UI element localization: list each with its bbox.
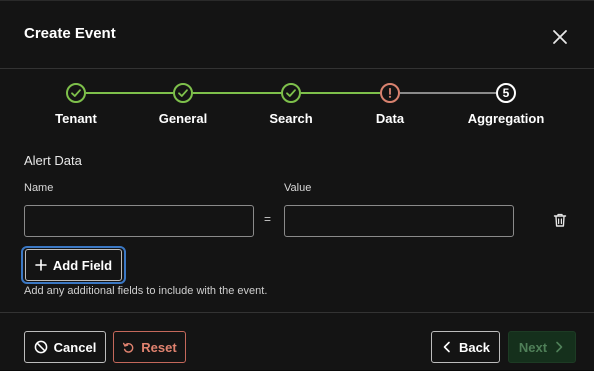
step-label-search: Search (269, 111, 313, 126)
value-label: Value (284, 182, 312, 194)
step-connector (301, 92, 380, 94)
step-label-tenant: Tenant (55, 111, 97, 126)
dialog-title: Create Event (24, 25, 116, 42)
step-connector (193, 92, 281, 94)
next-button[interactable]: Next (508, 331, 576, 363)
trash-icon[interactable] (552, 212, 568, 228)
check-icon (178, 89, 188, 97)
create-event-dialog: Create Event 5 Tenant General Search Dat… (0, 0, 594, 370)
exclamation-icon (388, 87, 392, 98)
section-title: Alert Data (24, 153, 82, 168)
cancel-label: Cancel (53, 339, 97, 355)
step-label-aggregation: Aggregation (467, 111, 545, 126)
step-connector (86, 92, 173, 94)
dialog-footer: Cancel Reset Back Next (0, 312, 594, 371)
dialog-header: Create Event (0, 1, 594, 69)
step-connector (400, 92, 496, 94)
check-icon (71, 89, 81, 97)
chevron-right-icon (556, 341, 563, 353)
value-input[interactable] (284, 205, 514, 237)
chevron-left-icon (443, 341, 450, 353)
add-field-button[interactable]: Add Field (25, 249, 122, 281)
name-label: Name (24, 182, 54, 194)
close-icon[interactable] (549, 26, 571, 48)
add-field-label: Add Field (52, 257, 113, 273)
reset-icon (123, 342, 134, 353)
progress-stepper: 5 Tenant General Search Data Aggregation (0, 81, 594, 131)
cancel-circle-icon (34, 340, 48, 354)
helper-text: Add any additional fields to include wit… (24, 285, 268, 297)
back-button[interactable]: Back (431, 331, 500, 363)
step-number: 5 (502, 86, 510, 100)
cancel-button[interactable]: Cancel (24, 331, 106, 363)
step-tenant-status (66, 83, 86, 103)
equals-separator: = (264, 212, 272, 226)
step-aggregation-status: 5 (496, 83, 516, 103)
step-label-general: General (158, 111, 208, 126)
step-data-status (380, 83, 400, 103)
step-general-status (173, 83, 193, 103)
check-icon (286, 89, 296, 97)
step-label-data: Data (375, 111, 405, 126)
reset-button[interactable]: Reset (113, 331, 186, 363)
reset-label: Reset (141, 339, 177, 355)
next-label: Next (518, 339, 548, 355)
name-input[interactable] (24, 205, 254, 237)
plus-icon (35, 259, 47, 271)
step-search-status (281, 83, 301, 103)
back-label: Back (458, 339, 491, 355)
